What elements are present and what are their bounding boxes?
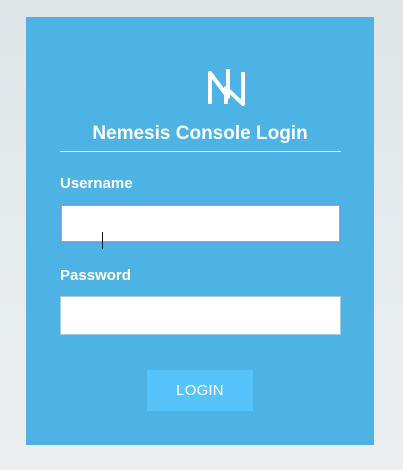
password-input[interactable]	[60, 296, 341, 335]
username-label: Username	[60, 175, 133, 192]
login-card: Nemesis Console Login Username Password …	[26, 17, 374, 445]
login-button[interactable]: LOGIN	[147, 370, 253, 411]
password-label: Password	[60, 267, 131, 284]
page-title: Nemesis Console Login	[92, 123, 308, 144]
title-divider	[60, 151, 341, 152]
text-caret	[102, 232, 103, 249]
nemesis-logo-icon	[206, 67, 247, 107]
